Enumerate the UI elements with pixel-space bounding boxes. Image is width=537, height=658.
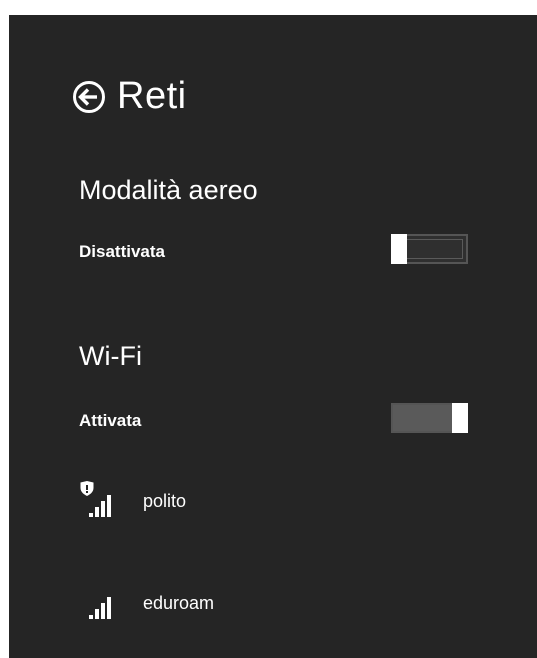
- network-name: eduroam: [143, 592, 215, 613]
- network-item-eduroam[interactable]: eduroam: [79, 583, 214, 623]
- airplane-mode-title: Modalità aereo: [79, 175, 258, 205]
- wifi-title: Wi-Fi: [79, 341, 142, 371]
- toggle-thumb[interactable]: [391, 234, 407, 264]
- wifi-toggle[interactable]: [391, 403, 468, 433]
- network-item-polito[interactable]: polito: [79, 481, 186, 521]
- header: Reti: [71, 75, 187, 118]
- wifi-signal-icon: [89, 597, 111, 619]
- toggle-thumb[interactable]: [452, 403, 468, 433]
- airplane-mode-state: Disattivata: [79, 242, 165, 261]
- secured-wifi-signal-icon: [80, 481, 111, 517]
- back-arrow-circle-icon: [73, 80, 105, 113]
- network-settings-panel: Reti Modalità aereo Disattivata Wi-Fi At…: [9, 15, 537, 658]
- wifi-state: Attivata: [79, 411, 142, 430]
- back-button[interactable]: [71, 79, 107, 115]
- airplane-mode-toggle[interactable]: [391, 234, 468, 264]
- page-title: Reti: [117, 75, 187, 117]
- network-name: polito: [143, 490, 187, 511]
